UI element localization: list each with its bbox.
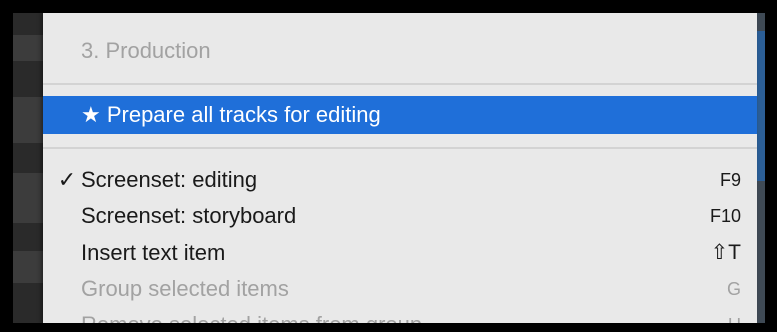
background-track-row <box>13 283 43 323</box>
menu-item-label: Group selected items <box>81 276 289 301</box>
menu-item-label: Remove selected items from group <box>81 307 422 323</box>
background-selected-region <box>757 31 765 181</box>
menu-separator <box>43 83 757 85</box>
menu-separator <box>43 147 757 149</box>
menu-item-label: Insert text item <box>81 240 226 265</box>
background-scroll-area <box>757 13 765 323</box>
background-track-row <box>13 13 43 35</box>
menu-item-label: Screenset: storyboard <box>81 203 297 228</box>
background-track-row <box>13 61 43 97</box>
menu-section-title-label: 3. Production <box>81 38 211 63</box>
menu-item-shortcut: F9 <box>719 170 741 190</box>
menu-item-screenset-storyboard[interactable]: Screenset: storyboard F10 <box>43 198 757 234</box>
menu-item-shortcut: G <box>726 279 741 299</box>
context-menu: 3. Production ★ Prepare all tracks for e… <box>43 13 757 323</box>
menu-item-shortcut: ⇧T <box>710 241 741 264</box>
checkmark-icon: ✓ <box>57 167 77 192</box>
menu-item-label: ★ Prepare all tracks for editing <box>81 102 381 127</box>
background-track-area <box>13 13 43 323</box>
menu-item-insert-text-item[interactable]: Insert text item ⇧T <box>43 235 757 271</box>
menu-item-prepare-all-tracks[interactable]: ★ Prepare all tracks for editing <box>43 96 757 134</box>
screenshot-frame: 3. Production ★ Prepare all tracks for e… <box>0 0 777 332</box>
background-track-row <box>13 143 43 173</box>
menu-item-label: Screenset: editing <box>81 167 258 192</box>
menu-item-group-selected-items[interactable]: Group selected items G <box>43 271 757 307</box>
menu-item-screenset-editing[interactable]: ✓ Screenset: editing F9 <box>43 162 757 198</box>
menu-item-remove-from-group[interactable]: Remove selected items from group U <box>43 307 757 323</box>
menu-item-shortcut: U <box>728 307 741 323</box>
menu-section-title: 3. Production <box>43 35 757 67</box>
background-track-row <box>13 223 43 251</box>
menu-item-shortcut: F10 <box>709 206 741 226</box>
